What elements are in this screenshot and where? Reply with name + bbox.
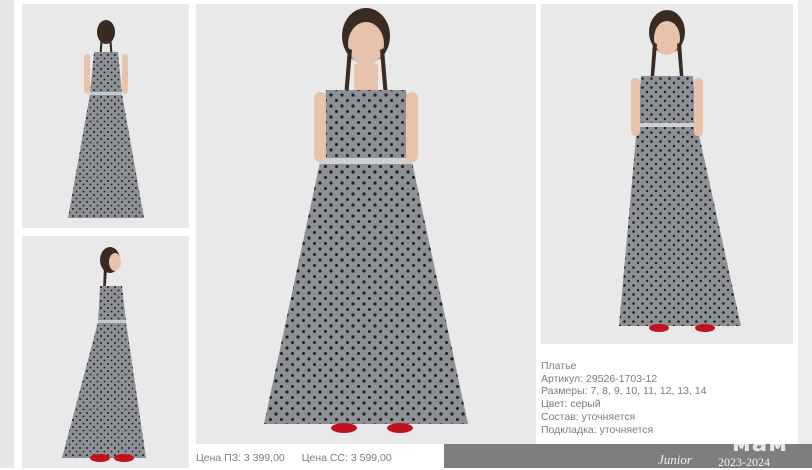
product-name: Платье (541, 360, 577, 372)
price-ss: Цена СС: 3 599,00 (301, 452, 392, 464)
photo-front-main (196, 4, 536, 444)
photo-front-walking (541, 4, 793, 344)
watermark-line2: мам (731, 431, 789, 457)
price-row: Цена ПЗ: 3 399,00 Цена СС: 3 599,00 (196, 452, 406, 464)
collection-label: Junior (658, 452, 692, 467)
left-edge-strip (0, 0, 14, 468)
price-pz: Цена ПЗ: 3 399,00 (196, 452, 285, 464)
photo-side-view (22, 236, 189, 468)
product-article: Артикул: 29526-1703-12 (541, 372, 658, 385)
photo-back-view (22, 4, 189, 228)
product-color: Цвет: серый (541, 398, 601, 411)
product-sizes: Размеры: 7, 8, 9, 10, 11, 12, 13, 14 (541, 385, 707, 398)
watermark-logo: для мам (722, 414, 798, 464)
